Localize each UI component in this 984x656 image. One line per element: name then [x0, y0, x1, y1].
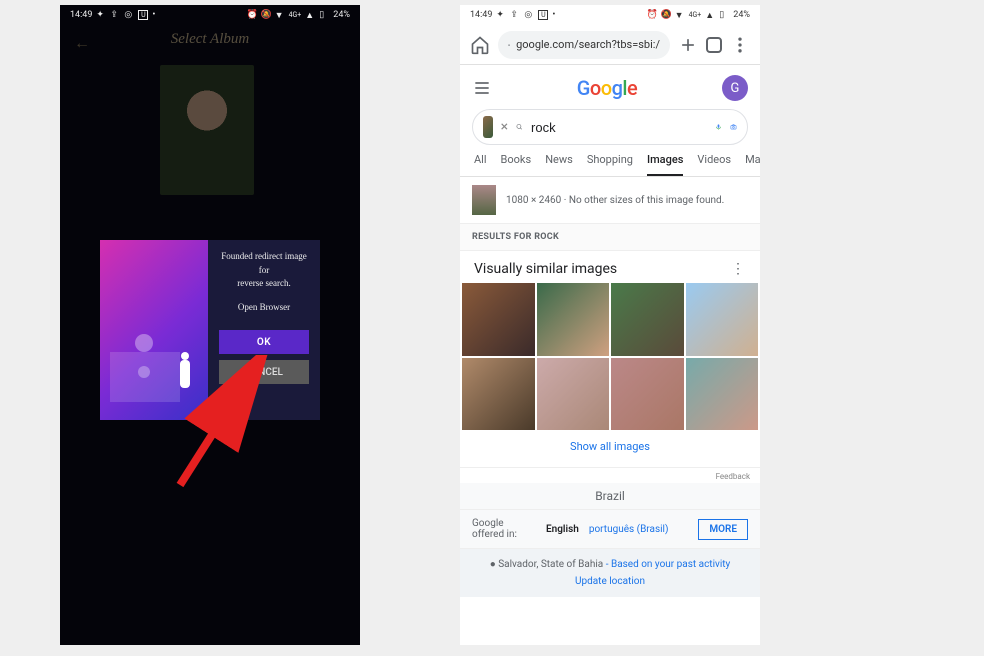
search-icon[interactable]: [516, 119, 523, 135]
tab-shopping[interactable]: Shopping: [587, 153, 633, 176]
location-text: ● Salvador, State of Bahia: [490, 559, 604, 570]
tab-maps[interactable]: Maps: [745, 153, 760, 176]
search-tabs: All Books News Shopping Images Videos Ma…: [460, 145, 760, 177]
home-icon[interactable]: [470, 35, 490, 55]
lock-icon: [508, 37, 510, 53]
app-u-icon: U: [538, 10, 548, 20]
similar-images-header: Visually similar images ⋮: [460, 251, 760, 283]
image-match-row[interactable]: 1080 × 2460 · No other sizes of this ima…: [460, 177, 760, 224]
status-time: 14:49: [470, 10, 492, 20]
search-input[interactable]: [531, 120, 707, 135]
status-bar: 14:49 ✦ ⇪ ◎ U • ⏰ 🔕 ▼ 4G+ ▲ ▯ 24%: [60, 5, 360, 25]
signal-label: 4G+: [289, 11, 302, 19]
tabs-icon[interactable]: [706, 37, 722, 53]
camera-icon[interactable]: [730, 119, 737, 135]
select-album-screen: ← Select Album Founded redirect image fo…: [60, 5, 360, 645]
tab-all[interactable]: All: [474, 153, 487, 176]
result-image[interactable]: [611, 283, 684, 356]
tab-books[interactable]: Books: [501, 153, 532, 176]
account-avatar[interactable]: G: [722, 75, 748, 101]
similar-images-grid: [460, 283, 760, 430]
slack-icon: ✦: [496, 10, 506, 20]
wifi-icon: ▼: [275, 10, 285, 20]
tab-news[interactable]: News: [545, 153, 573, 176]
result-image[interactable]: [611, 358, 684, 431]
google-header: Google G: [460, 65, 760, 101]
country-label: Brazil: [460, 483, 760, 510]
update-location-link[interactable]: Update location: [472, 570, 748, 587]
alarm-icon: ⏰: [247, 10, 257, 20]
signal-icon: ▲: [705, 10, 715, 20]
result-image[interactable]: [537, 283, 610, 356]
chip-clear-icon[interactable]: ×: [501, 119, 508, 135]
location-basis-link[interactable]: - Based on your past activity: [603, 559, 730, 570]
ok-button[interactable]: OK: [219, 330, 309, 354]
lang-portuguese[interactable]: português (Brasil): [589, 524, 669, 535]
cancel-button[interactable]: CANCEL: [219, 360, 309, 384]
feedback-link[interactable]: Feedback: [460, 468, 760, 483]
battery-label: 24%: [733, 10, 750, 20]
google-logo[interactable]: Google: [577, 76, 638, 100]
slack-icon: ✦: [96, 10, 106, 20]
result-image[interactable]: [686, 283, 759, 356]
sync-icon: ◎: [124, 10, 134, 20]
dot-icon: •: [152, 10, 162, 20]
url-bar[interactable]: google.com/search?tbs=sbi:/: [498, 31, 670, 59]
overflow-icon[interactable]: ⋮: [730, 261, 746, 277]
signal-icon: ▲: [305, 10, 315, 20]
status-bar: 14:49 ✦ ⇪ ◎ U • ⏰ 🔕 ▼ 4G+ ▲ ▯ 24%: [460, 5, 760, 25]
url-text: google.com/search?tbs=sbi:/: [516, 38, 660, 51]
result-image[interactable]: [686, 358, 759, 431]
phone-right: 14:49 ✦ ⇪ ◎ U • ⏰ 🔕 ▼ 4G+ ▲ ▯ 24% google…: [460, 5, 760, 645]
mute-icon: 🔕: [661, 10, 671, 20]
result-image[interactable]: [462, 358, 535, 431]
location-row: ● Salvador, State of Bahia - Based on yo…: [460, 549, 760, 597]
language-row: Google offered in: English português (Br…: [460, 510, 760, 549]
dot-icon: •: [552, 10, 562, 20]
battery-icon: ▯: [719, 10, 729, 20]
search-bar[interactable]: ×: [472, 109, 748, 145]
battery-icon: ▯: [319, 10, 329, 20]
tab-images[interactable]: Images: [647, 153, 683, 176]
match-size-text: 1080 × 2460 · No other sizes of this ima…: [506, 195, 724, 206]
similar-images-title: Visually similar images: [474, 261, 617, 277]
result-image[interactable]: [537, 358, 610, 431]
hamburger-icon[interactable]: [472, 78, 492, 98]
modal-message: Founded redirect image for reverse searc…: [221, 250, 306, 314]
kebab-menu-icon[interactable]: [730, 35, 750, 55]
new-tab-icon[interactable]: [678, 35, 698, 55]
modal-illustration: [100, 240, 208, 420]
tab-videos[interactable]: Videos: [697, 153, 731, 176]
share-icon: ⇪: [510, 10, 520, 20]
mute-icon: 🔕: [261, 10, 271, 20]
signal-label: 4G+: [689, 11, 702, 19]
redirect-modal: Founded redirect image for reverse searc…: [100, 240, 320, 420]
match-thumbnail: [472, 185, 496, 215]
sync-icon: ◎: [524, 10, 534, 20]
status-time: 14:49: [70, 10, 92, 20]
result-image[interactable]: [462, 283, 535, 356]
battery-label: 24%: [333, 10, 350, 20]
search-chip-thumbnail: [483, 116, 493, 138]
results-for-label: RESULTS FOR ROCK: [460, 224, 760, 251]
wifi-icon: ▼: [675, 10, 685, 20]
show-all-link[interactable]: Show all images: [460, 430, 760, 468]
mic-icon[interactable]: [715, 119, 722, 135]
alarm-icon: ⏰: [647, 10, 657, 20]
share-icon: ⇪: [110, 10, 120, 20]
lang-english[interactable]: English: [546, 524, 579, 535]
language-label: Google offered in:: [472, 518, 536, 540]
more-button[interactable]: MORE: [698, 519, 748, 540]
browser-toolbar: google.com/search?tbs=sbi:/: [460, 25, 760, 65]
app-u-icon: U: [138, 10, 148, 20]
phone-left: 14:49 ✦ ⇪ ◎ U • ⏰ 🔕 ▼ 4G+ ▲ ▯ 24% ← Sele…: [60, 5, 360, 645]
